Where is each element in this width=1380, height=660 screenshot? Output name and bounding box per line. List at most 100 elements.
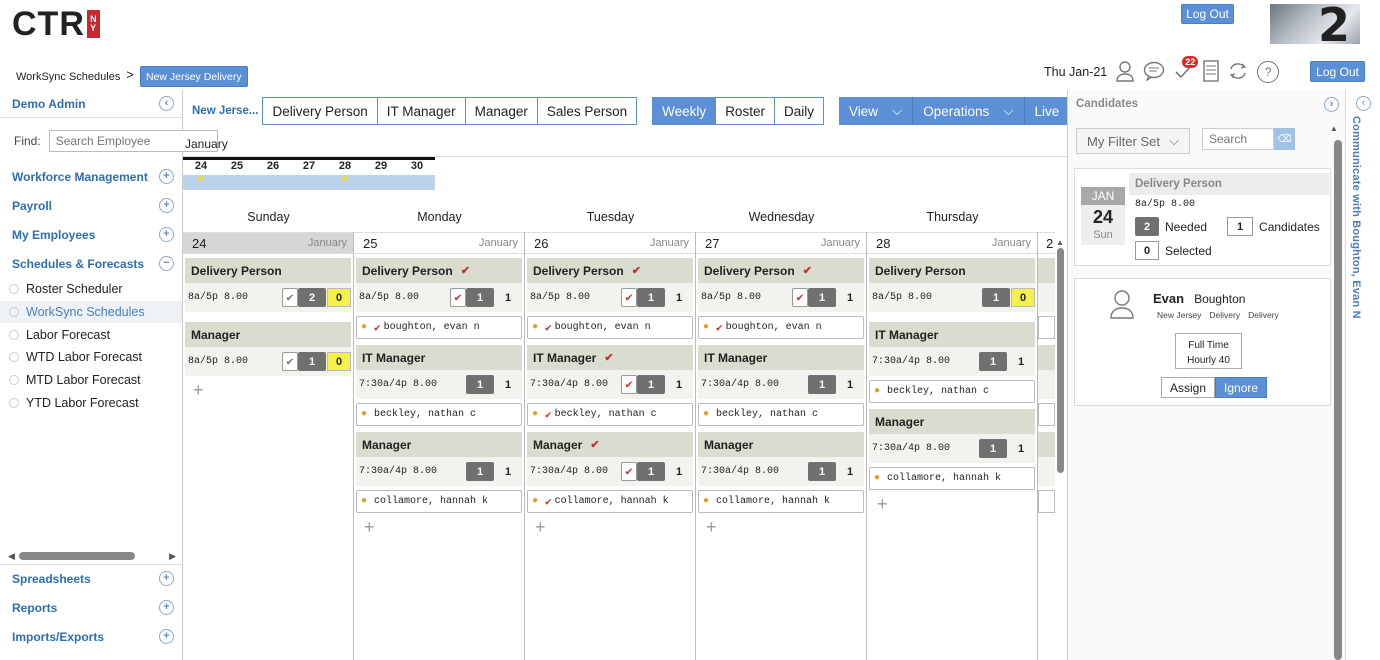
shift-block[interactable]: IT Manager 7:30a/4p 8.00 1 1 (356, 345, 522, 399)
nav-my-employees[interactable]: My Employees + (0, 220, 182, 249)
shift-block[interactable]: Manager 8a/5p 8.00 ✔ 1 0 (185, 322, 351, 376)
filter-set-select[interactable]: My Filter Set ⌵ (1076, 128, 1190, 154)
assigned-employee[interactable]: ● ✔ boughton, evan n (356, 316, 522, 339)
breadcrumb-current[interactable]: New Jersey Delivery (139, 66, 248, 87)
location-selector[interactable]: New Jerse... (192, 105, 258, 117)
nav-imports-exports[interactable]: Imports/Exports + (0, 622, 182, 651)
nav-schedules-forecasts[interactable]: Schedules & Forecasts − (0, 249, 182, 278)
view-menu[interactable]: View ⌵ (838, 97, 914, 125)
nav-workforce-management[interactable]: Workforce Management + (0, 162, 182, 191)
tab-manager[interactable]: Manager (465, 97, 538, 125)
assign-button[interactable]: Assign (1161, 377, 1216, 398)
approve-checkbox[interactable]: ✔ (282, 352, 298, 371)
shift-block[interactable]: Delivery Person 8a/5p 8.00 ✔ 2 0 (185, 258, 351, 312)
shift-block[interactable]: Delivery Person ✔ 8a/5p 8.00 ✔ 1 1 (698, 258, 864, 312)
refresh-icon[interactable] (1227, 60, 1249, 85)
sidebar-scrollbar[interactable]: ◀ ▶ (8, 550, 176, 562)
expand-communicate-icon[interactable]: ‹ (1356, 96, 1371, 111)
strip-day[interactable]: 29 (363, 160, 399, 175)
add-shift-button[interactable]: + (354, 513, 524, 541)
approve-checkbox[interactable]: ✔ (282, 288, 298, 307)
candidate-search-input[interactable]: Search (1202, 128, 1274, 150)
add-shift-button[interactable]: + (525, 513, 695, 541)
week-strip[interactable]: 24 25 26 27 28 29 30 (183, 157, 435, 190)
assigned-employee[interactable]: ● beckley, nathan c (698, 403, 864, 426)
assigned-employee[interactable]: ● collamore, hannah k (356, 490, 522, 513)
tasks-icon[interactable]: 22 (1173, 55, 1199, 85)
nav-wtd-labor-forecast[interactable]: WTD Labor Forecast (0, 346, 182, 369)
approve-checkbox[interactable]: ✔ (621, 462, 637, 481)
add-shift-button[interactable]: + (183, 376, 353, 404)
assigned-employee[interactable]: ● ✔ beckley, nathan c (527, 403, 693, 426)
assigned-employee[interactable]: ● ✔ boughton, evan n (527, 316, 693, 339)
nav-roster-scheduler[interactable]: Roster Scheduler (0, 278, 182, 301)
shift-block[interactable]: IT Manager 7:30a/4p 8.00 1 1 (698, 345, 864, 399)
nav-spreadsheets[interactable]: Spreadsheets + (0, 564, 182, 593)
shift-block[interactable]: Delivery Person 8a/5p 8.00 1 0 (869, 258, 1035, 312)
strip-day[interactable]: 30 (399, 160, 435, 175)
shift-block[interactable]: Delivery Person ✔ 8a/5p 8.00 ✔ 1 1 (527, 258, 693, 312)
expand-icon[interactable]: + (159, 169, 174, 184)
shift-block[interactable]: Manager ✔ 7:30a/4p 8.00 ✔ 1 1 (527, 432, 693, 486)
expand-icon[interactable]: + (159, 571, 174, 586)
shift-block[interactable]: IT Manager 7:30a/4p 8.00 1 1 (869, 322, 1035, 376)
logout-top-button[interactable]: Log Out (1181, 4, 1234, 24)
breadcrumb-root[interactable]: WorkSync Schedules (16, 71, 120, 83)
approve-checkbox[interactable]: ✔ (621, 288, 637, 307)
current-user[interactable]: Demo Admin (12, 97, 86, 111)
expand-icon[interactable]: + (159, 198, 174, 213)
message-icon[interactable] (1143, 61, 1165, 84)
add-shift-button[interactable]: + (867, 490, 1037, 518)
assigned-employee[interactable]: ● ✔ collamore, hannah k (527, 490, 693, 513)
strip-day[interactable]: 25 (219, 160, 255, 175)
assigned-employee[interactable]: ● collamore, hannah k (698, 490, 864, 513)
collapse-panel-icon[interactable]: › (1324, 96, 1339, 112)
tab-sales-person[interactable]: Sales Person (537, 97, 638, 125)
assigned-employee[interactable]: ● beckley, nathan c (869, 380, 1035, 403)
shift-block[interactable]: Manager 7:30a/4p 8.00 1 1 (698, 432, 864, 486)
book-icon[interactable] (1203, 59, 1219, 85)
tab-daily[interactable]: Daily (774, 97, 824, 125)
approve-checkbox[interactable]: ✔ (792, 288, 808, 307)
strip-day[interactable]: 24 (183, 160, 219, 175)
expand-icon[interactable]: + (159, 629, 174, 644)
nav-worksync-schedules[interactable]: WorkSync Schedules (0, 300, 182, 324)
logout-button[interactable]: Log Out (1310, 61, 1365, 82)
nav-payroll[interactable]: Payroll + (0, 191, 182, 220)
panel-scroll-up-icon[interactable]: ▲ (1330, 124, 1338, 133)
tab-roster[interactable]: Roster (716, 97, 775, 125)
ignore-button[interactable]: Ignore (1215, 377, 1268, 398)
shift-block[interactable]: Manager 7:30a/4p 8.00 1 1 (869, 409, 1035, 463)
tab-it-manager[interactable]: IT Manager (377, 97, 466, 125)
add-shift-button[interactable]: + (696, 513, 866, 541)
collapse-icon[interactable]: − (159, 256, 174, 271)
communicate-link[interactable]: Communicate with Boughton, Evan N (1350, 116, 1362, 319)
shift-block[interactable]: Delivery Person ✔ 8a/5p 8.00 ✔ 1 1 (356, 258, 522, 312)
clear-search-icon[interactable]: ⌫ (1274, 128, 1295, 150)
assigned-employee[interactable]: ● beckley, nathan c (356, 403, 522, 426)
schedule-scrollbar[interactable]: ▲ (1055, 238, 1065, 660)
approve-checkbox[interactable]: ✔ (450, 288, 466, 307)
strip-day[interactable]: 28 (327, 160, 363, 175)
help-icon[interactable]: ? (1257, 61, 1280, 83)
expand-icon[interactable]: + (159, 227, 174, 242)
nav-ytd-labor-forecast[interactable]: YTD Labor Forecast (0, 391, 182, 414)
nav-mtd-labor-forecast[interactable]: MTD Labor Forecast (0, 369, 182, 392)
tab-delivery-person[interactable]: Delivery Person (262, 97, 378, 125)
user-icon[interactable] (1115, 60, 1135, 85)
operations-menu[interactable]: Operations ⌵ (913, 97, 1025, 125)
assigned-employee[interactable]: ● ✔ boughton, evan n (698, 316, 864, 339)
tab-weekly[interactable]: Weekly (652, 97, 717, 125)
panel-scrollbar[interactable] (1334, 140, 1342, 660)
candidate-card[interactable]: Evan Boughton New Jersey Delivery Delive… (1074, 278, 1331, 406)
strip-day[interactable]: 26 (255, 160, 291, 175)
assigned-employee[interactable]: ● collamore, hannah k (869, 467, 1035, 490)
shift-block[interactable]: Manager 7:30a/4p 8.00 1 1 (356, 432, 522, 486)
shift-block[interactable]: IT Manager ✔ 7:30a/4p 8.00 ✔ 1 1 (527, 345, 693, 399)
nav-reports[interactable]: Reports + (0, 593, 182, 622)
collapse-sidebar-icon[interactable]: ‹ (159, 96, 174, 111)
approve-checkbox[interactable]: ✔ (621, 375, 637, 394)
strip-day[interactable]: 27 (291, 160, 327, 175)
nav-labor-forecast[interactable]: Labor Forecast (0, 323, 182, 346)
expand-icon[interactable]: + (159, 600, 174, 615)
